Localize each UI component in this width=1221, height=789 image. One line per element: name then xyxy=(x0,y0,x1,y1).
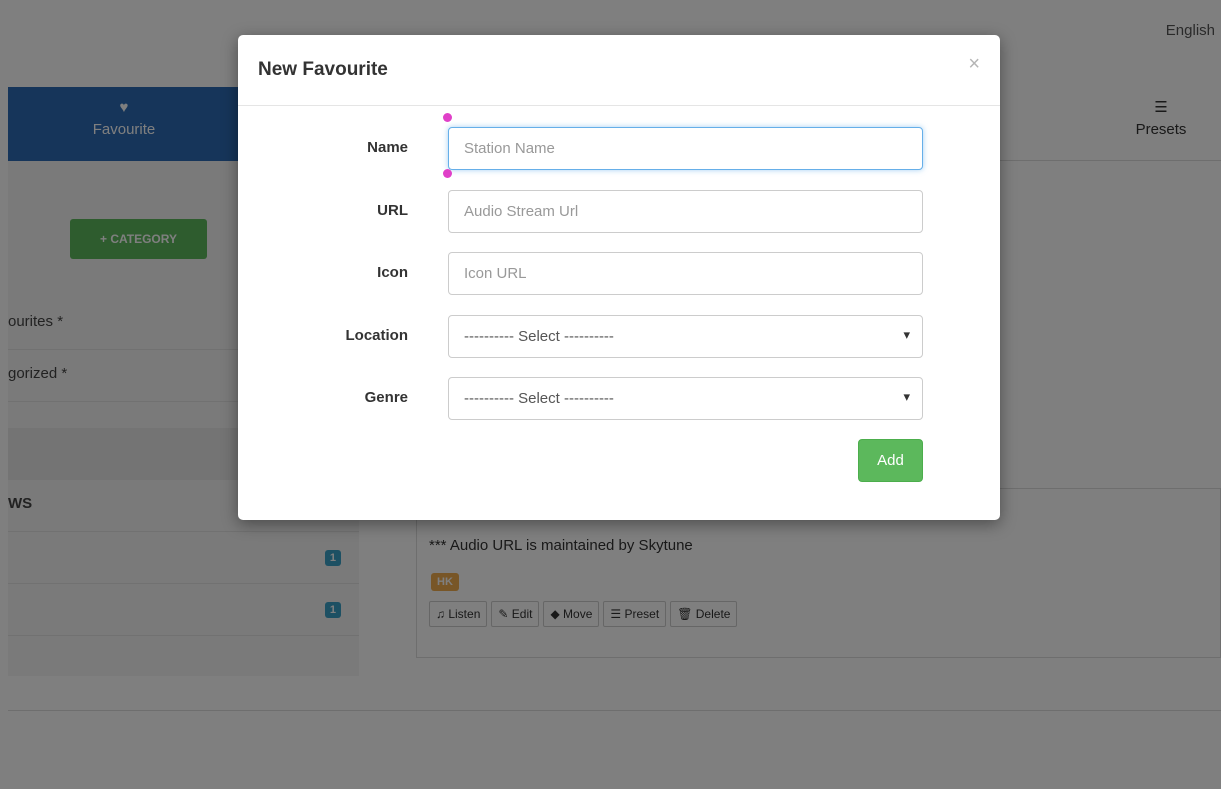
close-icon[interactable]: × xyxy=(968,53,980,76)
location-select-value: ---------- Select ---------- xyxy=(464,328,614,345)
chevron-down-icon: ▾ xyxy=(903,389,910,404)
url-row: URL xyxy=(238,190,1000,233)
location-row: Location ---------- Select ---------- ▾ xyxy=(238,315,1000,358)
chevron-down-icon: ▾ xyxy=(903,327,910,342)
genre-label: Genre xyxy=(364,389,408,406)
new-favourite-modal: New Favourite × Name URL Icon Location -… xyxy=(238,35,1000,520)
add-button[interactable]: Add xyxy=(858,439,923,482)
name-row: Name xyxy=(238,113,1000,178)
selection-handle-bottom[interactable] xyxy=(443,169,452,178)
selection-handle-top[interactable] xyxy=(443,113,452,122)
genre-select-value: ---------- Select ---------- xyxy=(464,390,614,407)
url-label: URL xyxy=(377,202,408,219)
location-select[interactable]: ---------- Select ---------- ▾ xyxy=(448,315,923,358)
genre-row: Genre ---------- Select ---------- ▾ xyxy=(238,377,1000,420)
genre-select[interactable]: ---------- Select ---------- ▾ xyxy=(448,377,923,420)
name-field[interactable] xyxy=(448,127,923,170)
name-label: Name xyxy=(367,139,408,156)
icon-label: Icon xyxy=(377,264,408,281)
modal-title: New Favourite xyxy=(258,59,388,80)
modal-header: New Favourite × xyxy=(238,35,1000,106)
url-field[interactable] xyxy=(448,190,923,233)
location-label: Location xyxy=(345,327,409,344)
icon-row: Icon xyxy=(238,252,1000,295)
icon-url-field[interactable] xyxy=(448,252,923,295)
